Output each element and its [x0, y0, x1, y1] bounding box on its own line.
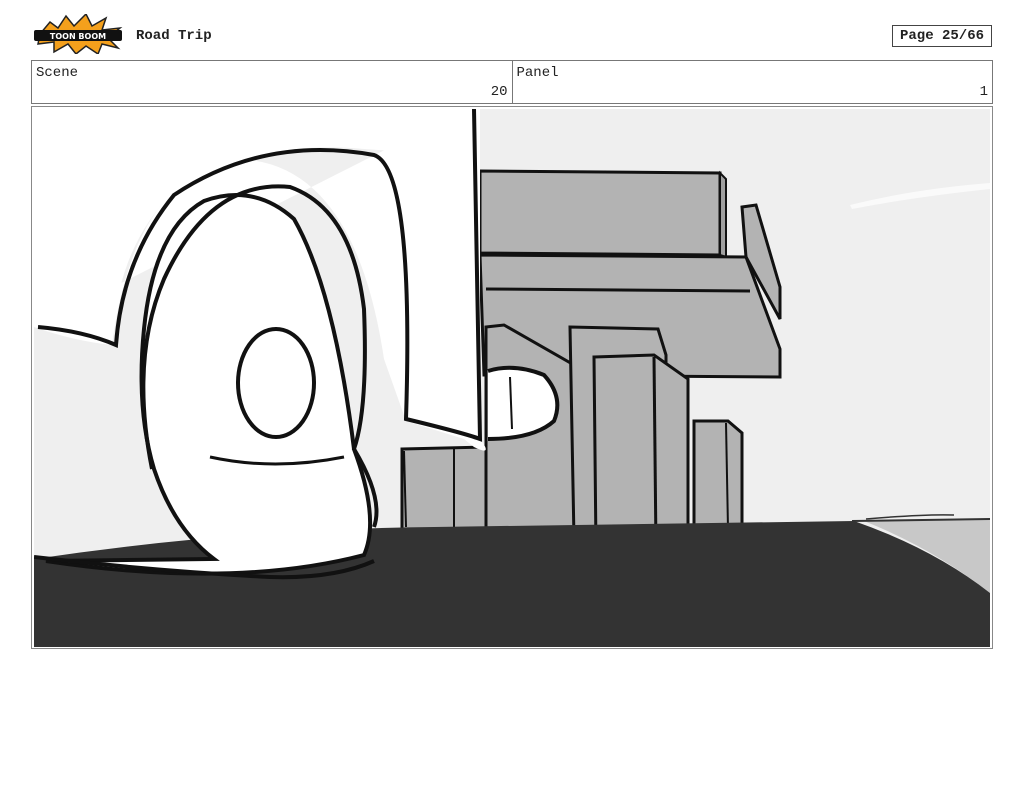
panel-cell: Panel 1 [511, 61, 993, 103]
panel-value: 1 [979, 84, 988, 100]
toon-boom-logo: TOON BOOM [32, 12, 124, 56]
scene-value: 20 [490, 84, 508, 100]
page-number: Page 25/66 [892, 25, 992, 47]
panel-label: Panel [516, 65, 559, 81]
scene-panel-info: Scene 20 Panel 1 [31, 60, 993, 104]
scene-cell: Scene 20 [32, 61, 512, 103]
storyboard-frame [31, 106, 993, 649]
logo-text: TOON BOOM [50, 32, 106, 41]
scene-label: Scene [36, 65, 79, 81]
document-title: Road Trip [136, 28, 212, 44]
storyboard-drawing [34, 109, 990, 647]
